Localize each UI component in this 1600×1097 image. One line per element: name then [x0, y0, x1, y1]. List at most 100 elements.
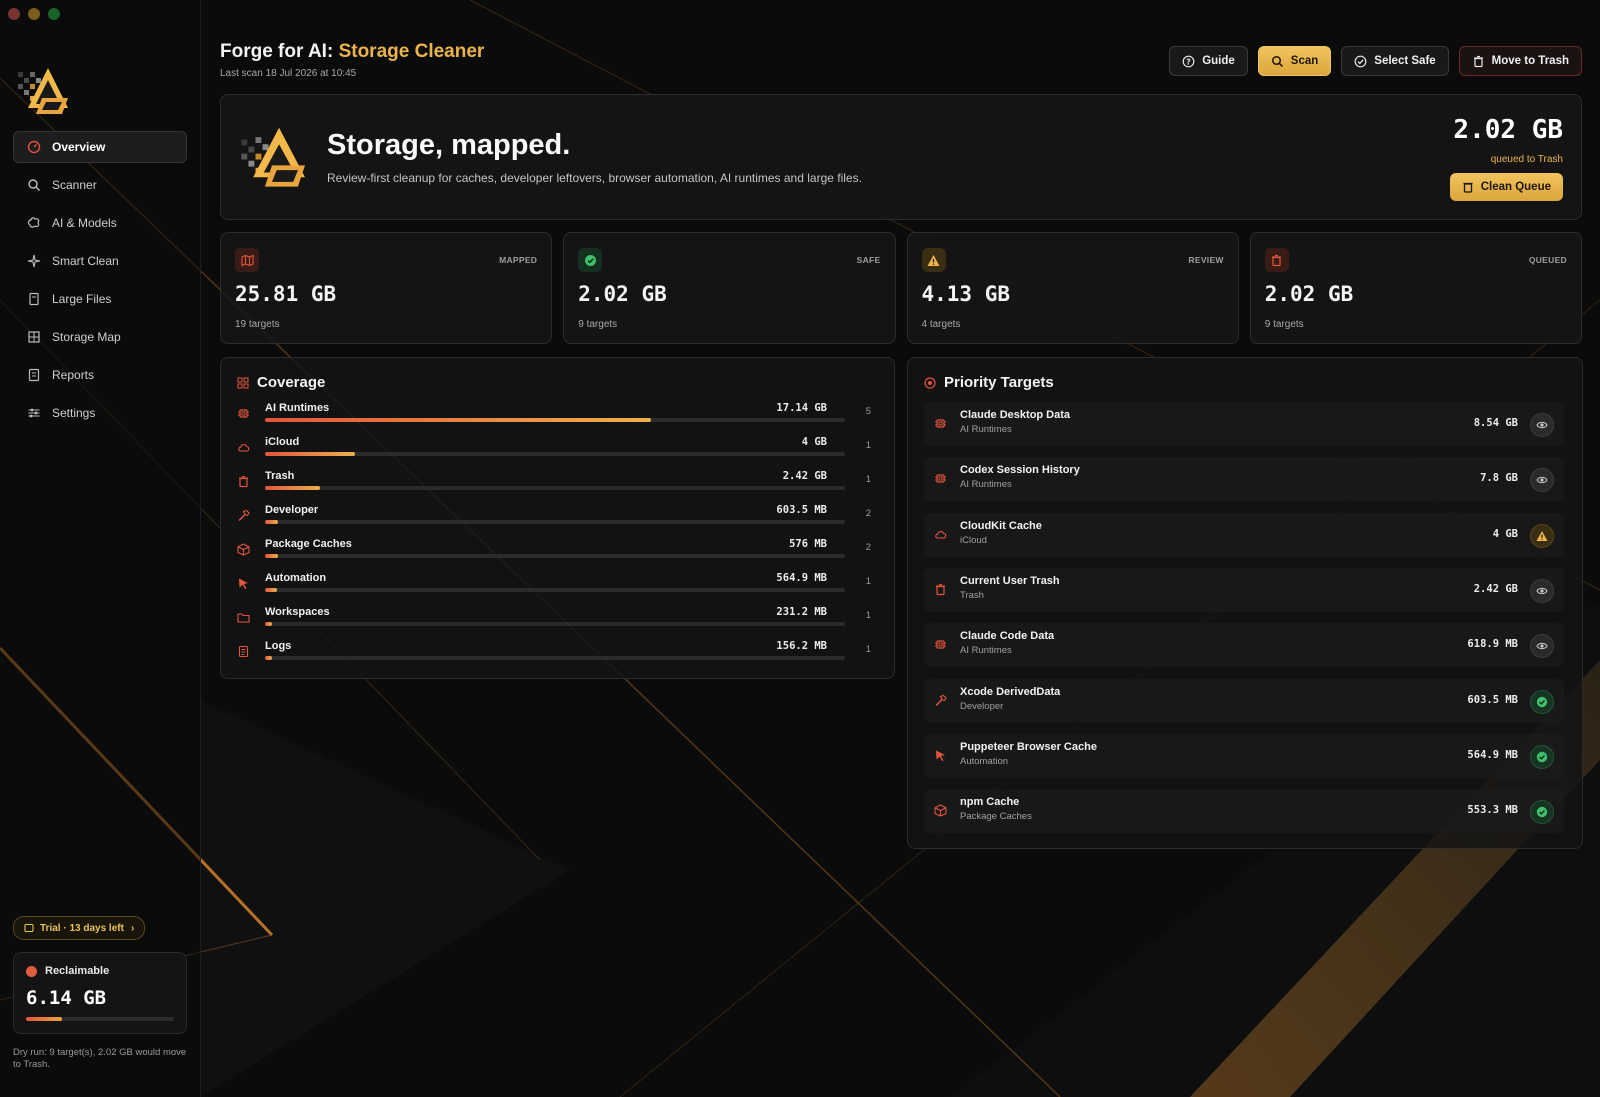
- coverage-count: 1: [865, 610, 871, 621]
- coverage-count: 1: [865, 474, 871, 485]
- trash-icon: [934, 583, 948, 597]
- priority-target-row[interactable]: Claude Code Data AI Runtimes 618.9 MB: [924, 623, 1564, 668]
- sidebar-item-storage-map[interactable]: Storage Map: [13, 321, 187, 353]
- stat-card-safe: SAFE 2.02 GB 9 targets: [563, 232, 896, 344]
- reclaim-icon: [26, 965, 37, 977]
- file-icon: [27, 292, 41, 306]
- move-to-trash-button[interactable]: Move to Trash: [1458, 46, 1582, 76]
- coverage-row[interactable]: Developer 603.5 MB 2: [237, 504, 877, 538]
- eye-icon[interactable]: [1530, 634, 1554, 659]
- priority-target-row[interactable]: CloudKit Cache iCloud 4 GB: [924, 512, 1564, 557]
- sidebar-item-label: Settings: [52, 406, 96, 420]
- sidebar-item-settings[interactable]: Settings: [13, 397, 187, 429]
- sidebar: Overview Scanner AI & Models Smart Clean…: [0, 0, 201, 1097]
- coverage-size: 156.2 MB: [776, 640, 827, 652]
- sidebar-item-overview[interactable]: Overview: [13, 131, 187, 163]
- check-badge-icon: [1354, 55, 1367, 67]
- coverage-count: 2: [865, 508, 871, 519]
- eye-icon[interactable]: [1530, 468, 1554, 493]
- trash-icon: [1473, 55, 1483, 67]
- coverage-header: Coverage: [237, 374, 325, 391]
- guide-label: Guide: [1202, 55, 1235, 67]
- stat-label: MAPPED: [499, 255, 538, 265]
- reclaimable-value: 6.14 GB: [26, 987, 107, 1009]
- sidebar-item-large-files[interactable]: Large Files: [13, 283, 187, 315]
- target-size: 4 GB: [1492, 527, 1518, 540]
- coverage-bar-fill: [265, 486, 320, 490]
- coverage-name: AI Runtimes: [265, 402, 330, 414]
- target-category: AI Runtimes: [960, 645, 1012, 657]
- coverage-row[interactable]: Logs 156.2 MB 1: [237, 640, 877, 674]
- trash-icon: [1264, 248, 1289, 272]
- priority-target-row[interactable]: npm Cache Package Caches 553.3 MB: [924, 789, 1564, 834]
- coverage-row[interactable]: AI Runtimes 17.14 GB 5: [237, 402, 877, 436]
- sidebar-item-ai-models[interactable]: AI & Models: [13, 207, 187, 239]
- stat-sub: 9 targets: [1264, 319, 1304, 330]
- target-name: npm Cache: [960, 796, 1020, 809]
- sidebar-item-label: Smart Clean: [52, 254, 119, 268]
- scan-button[interactable]: Scan: [1257, 46, 1332, 76]
- clean-queue-button[interactable]: Clean Queue: [1449, 173, 1563, 201]
- priority-target-row[interactable]: Puppeteer Browser Cache Automation 564.9 M…: [924, 733, 1564, 778]
- priority-target-row[interactable]: Claude Desktop Data AI Runtimes 8.54 GB: [924, 402, 1564, 446]
- warning-icon[interactable]: [1530, 523, 1554, 548]
- coverage-bar-fill: [265, 418, 651, 422]
- reclaimable-label: Reclaimable: [45, 965, 110, 977]
- coverage-bar-fill: [265, 588, 278, 592]
- grid-icon: [27, 330, 41, 344]
- chip-icon: [934, 638, 948, 652]
- check-badge-icon[interactable]: [1530, 800, 1554, 825]
- coverage-name: Package Caches: [265, 538, 352, 550]
- box-icon: [237, 543, 251, 557]
- target-name: Claude Desktop Data: [960, 409, 1071, 421]
- chip-icon: [934, 472, 948, 486]
- svg-text:?: ?: [1186, 57, 1191, 66]
- target-name: Xcode DerivedData: [960, 685, 1061, 698]
- toolbar: ? Guide Scan Select Safe Move to Trash: [1169, 46, 1582, 76]
- target-category: Developer: [960, 700, 1004, 712]
- coverage-name: Developer: [265, 504, 319, 516]
- brain-icon: [27, 216, 41, 230]
- folder-icon: [237, 611, 251, 625]
- hammer-icon: [934, 694, 948, 708]
- stat-label: SAFE: [856, 255, 881, 265]
- stat-label: QUEUED: [1528, 255, 1567, 265]
- coverage-row[interactable]: iCloud 4 GB 1: [237, 436, 877, 470]
- coverage-row[interactable]: Trash 2.42 GB 1: [237, 470, 877, 504]
- target-name: Codex Session History: [960, 464, 1080, 477]
- coverage-row[interactable]: Package Caches 576 MB 2: [237, 538, 877, 572]
- select-safe-button[interactable]: Select Safe: [1341, 46, 1449, 76]
- stat-value: 4.13 GB: [921, 282, 1011, 306]
- trial-badge[interactable]: Trial · 13 days left ›: [13, 916, 146, 940]
- check-badge-icon[interactable]: [1530, 744, 1554, 769]
- priority-target-row[interactable]: Codex Session History AI Runtimes 7.8 GB: [924, 457, 1564, 502]
- coverage-row[interactable]: Workspaces 231.2 MB 1: [237, 606, 877, 640]
- reclaimable-header: Reclaimable: [26, 965, 109, 977]
- coverage-panel: Coverage AI Runtimes 17.14 GB 5 iCloud 4 GB 1…: [220, 357, 895, 679]
- stat-sub: 19 targets: [235, 319, 280, 330]
- title-accent: Storage Cleaner: [338, 41, 485, 62]
- coverage-count: 5: [865, 406, 871, 417]
- eye-icon[interactable]: [1530, 578, 1554, 603]
- target-size: 603.5 MB: [1467, 693, 1518, 706]
- sidebar-item-smart-clean[interactable]: Smart Clean: [13, 245, 187, 277]
- priority-target-row[interactable]: Current User Trash Trash 2.42 GB: [924, 567, 1564, 612]
- last-scan-time: Last scan 18 Jul 2026 at 10:45: [220, 68, 357, 79]
- queued-label: queued to Trash: [1490, 154, 1563, 165]
- sidebar-item-reports[interactable]: Reports: [13, 359, 187, 391]
- guide-button[interactable]: ? Guide: [1169, 46, 1248, 76]
- trial-label: Trial · 13 days left: [40, 922, 124, 934]
- coverage-name: iCloud: [265, 436, 300, 448]
- priority-target-row[interactable]: Xcode DerivedData Developer 603.5 MB: [924, 678, 1564, 723]
- chevron-right-icon: ›: [130, 922, 135, 934]
- eye-icon[interactable]: [1530, 413, 1554, 437]
- target-size: 553.3 MB: [1467, 804, 1518, 817]
- coverage-name: Workspaces: [265, 606, 330, 618]
- sidebar-item-scanner[interactable]: Scanner: [13, 169, 187, 201]
- coverage-row[interactable]: Automation 564.9 MB 1: [237, 572, 877, 606]
- map-icon: [235, 248, 259, 272]
- check-badge-icon[interactable]: [1530, 689, 1554, 714]
- coverage-bar-track: [265, 622, 845, 626]
- stat-card-mapped: MAPPED 25.81 GB 19 targets: [220, 232, 553, 344]
- coverage-bar-track: [265, 554, 845, 558]
